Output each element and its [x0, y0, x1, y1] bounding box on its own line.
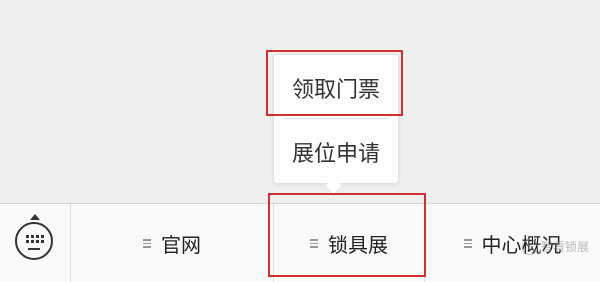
menu-tab-lock-expo[interactable]: 锁具展 [274, 204, 425, 282]
watermark-logo-icon [522, 238, 538, 255]
submenu-item-booth-apply[interactable]: 展位申请 [274, 121, 398, 183]
chat-screen: 领取门票 展位申请 官网 锁具展 中心概况 智看锁展 [0, 0, 600, 282]
caret-up-icon [30, 214, 40, 220]
submenu-item-get-ticket[interactable]: 领取门票 [274, 57, 398, 119]
keyboard-icon [15, 222, 53, 260]
menu-list-icon [310, 237, 318, 250]
submenu-item-label: 展位申请 [291, 142, 380, 167]
watermark: 智看锁展 [522, 238, 589, 255]
menu-list-icon [143, 237, 151, 250]
watermark-text: 智看锁展 [541, 240, 590, 254]
keyboard-toggle-button[interactable] [0, 204, 71, 282]
submenu-item-label: 领取门票 [291, 78, 380, 103]
menu-tab-official-site[interactable]: 官网 [71, 204, 274, 282]
submenu-divider [284, 118, 388, 119]
menu-tab-label: 官网 [161, 233, 201, 257]
menu-list-icon [463, 237, 472, 250]
bottom-menu-bar: 官网 锁具展 中心概况 [0, 203, 600, 282]
submenu-popup: 领取门票 展位申请 [273, 54, 399, 184]
menu-tab-label: 锁具展 [328, 233, 388, 257]
